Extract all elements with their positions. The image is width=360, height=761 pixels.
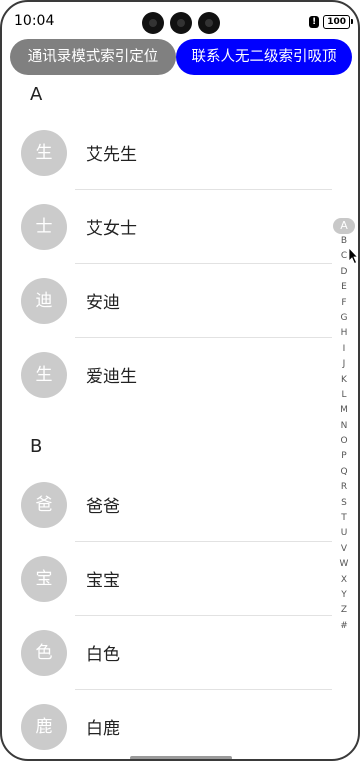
index-letter[interactable]: T: [333, 511, 355, 526]
index-letter[interactable]: A: [333, 218, 355, 234]
contact-item[interactable]: 色白色: [2, 616, 332, 690]
index-letter[interactable]: E: [333, 280, 355, 295]
contact-item[interactable]: 生艾先生: [2, 116, 332, 190]
index-letter[interactable]: N: [333, 419, 355, 434]
index-letter[interactable]: W: [333, 557, 355, 572]
avatar: 生: [21, 352, 67, 398]
contact-name: 艾女士: [86, 219, 137, 239]
contact-item[interactable]: 士艾女士: [2, 190, 332, 264]
status-time: 10:04: [14, 13, 55, 29]
contact-name: 艾先生: [86, 145, 137, 165]
status-bar: 10:04 ! 100: [2, 2, 358, 42]
index-letter[interactable]: F: [333, 296, 355, 311]
index-letter[interactable]: #: [333, 619, 355, 634]
avatar: 迪: [21, 278, 67, 324]
battery-icon: 100: [323, 15, 353, 29]
avatar: 生: [21, 130, 67, 176]
phone-frame: 10:04 ! 100 通讯录模式索引定位 联系人无二级索引吸顶 A 生艾先生士艾…: [0, 0, 360, 761]
contact-item[interactable]: 爸爸爸: [2, 468, 332, 542]
index-letter[interactable]: Q: [333, 465, 355, 480]
home-indicator[interactable]: [130, 756, 232, 759]
index-letter[interactable]: X: [333, 573, 355, 588]
contact-name: 宝宝: [86, 571, 120, 591]
index-letter[interactable]: G: [333, 311, 355, 326]
index-letter[interactable]: V: [333, 542, 355, 557]
contact-name: 爸爸: [86, 497, 120, 517]
section-header: A: [30, 84, 43, 105]
status-indicators: ! 100: [309, 15, 353, 29]
index-letter[interactable]: U: [333, 526, 355, 541]
contact-item[interactable]: 迪安迪: [2, 264, 332, 338]
contact-item[interactable]: 生爱迪生: [2, 338, 332, 412]
index-letter[interactable]: I: [333, 342, 355, 357]
contact-name: 白鹿: [86, 719, 120, 739]
alert-icon: !: [309, 16, 320, 28]
camera-icon: [198, 12, 220, 34]
camera-icon: [170, 12, 192, 34]
index-letter[interactable]: O: [333, 434, 355, 449]
avatar: 爸: [21, 482, 67, 528]
index-letter[interactable]: Y: [333, 588, 355, 603]
avatar: 鹿: [21, 704, 67, 750]
avatar: 宝: [21, 556, 67, 602]
index-letter[interactable]: M: [333, 403, 355, 418]
contact-item[interactable]: 宝宝宝: [2, 542, 332, 616]
index-letter[interactable]: Z: [333, 603, 355, 618]
camera-icon: [142, 12, 164, 34]
index-letter[interactable]: P: [333, 449, 355, 464]
contact-name: 爱迪生: [86, 367, 137, 387]
index-letter[interactable]: D: [333, 265, 355, 280]
index-letter[interactable]: K: [333, 373, 355, 388]
contact-name: 白色: [86, 645, 120, 665]
contact-list[interactable]: A 生艾先生士艾女士迪安迪生爱迪生 B 爸爸爸宝宝宝色白色鹿白鹿: [2, 82, 332, 759]
mouse-cursor-icon: [348, 247, 358, 265]
index-letter[interactable]: L: [333, 388, 355, 403]
index-letter[interactable]: S: [333, 496, 355, 511]
index-locate-button[interactable]: 通讯录模式索引定位: [10, 39, 176, 75]
section-header: B: [30, 436, 43, 457]
avatar: 色: [21, 630, 67, 676]
alphabet-index-bar[interactable]: A B C D E F G H I J K L M N O P Q R S T U V W X Y Z #: [333, 218, 355, 634]
index-letter[interactable]: H: [333, 326, 355, 341]
contact-name: 安迪: [86, 293, 120, 313]
index-letter[interactable]: J: [333, 357, 355, 372]
contact-item[interactable]: 鹿白鹿: [2, 690, 332, 759]
no-secondary-index-button[interactable]: 联系人无二级索引吸顶: [176, 39, 352, 75]
index-letter[interactable]: R: [333, 480, 355, 495]
avatar: 士: [21, 204, 67, 250]
